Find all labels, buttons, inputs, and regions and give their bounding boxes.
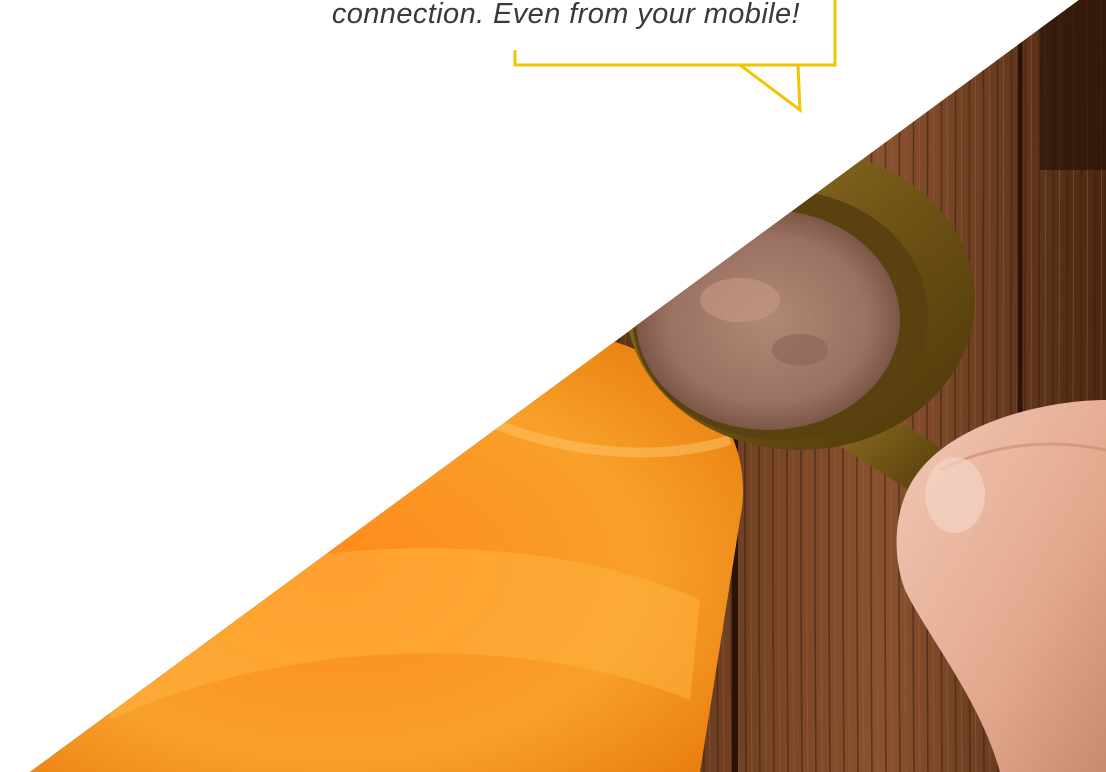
callout-text: connection. Even from your mobile! xyxy=(331,0,800,30)
page: connection. Even from your mobile! xyxy=(0,0,1106,772)
